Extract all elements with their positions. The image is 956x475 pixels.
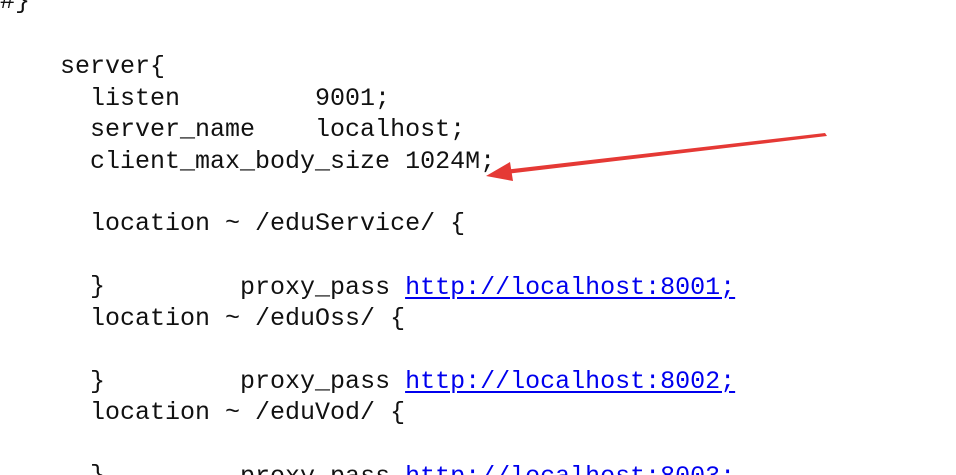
proxy-pass-link-8002[interactable]: http://localhost:8002; [405,367,735,396]
code-line-location-eduoss: location ~ /eduOss/ { [0,304,406,333]
code-line-proxy-pass-8003: proxy_pass http://localhost:8003; [0,429,735,475]
proxy-pass-keyword: proxy_pass [60,273,406,302]
code-line-brace-close: #} [0,0,31,16]
code-line-location-close: } [0,272,106,301]
code-line-server-name: server_name localhost; [0,115,466,144]
proxy-pass-link-8001[interactable]: http://localhost:8001; [405,273,735,302]
code-line-location-close: } [0,367,106,396]
code-line-client-max-body-size: client_max_body_size 1024M; [0,147,496,176]
arrow-shaft [504,133,827,174]
proxy-pass-keyword: proxy_pass [60,462,405,475]
proxy-pass-link-8003[interactable]: http://localhost:8003; [405,462,735,475]
config-document: #} server{ listen 9001; server_name loca… [0,0,956,475]
code-line-proxy-pass-8001: proxy_pass http://localhost:8001; [0,240,735,302]
code-line-listen: listen 9001; [0,84,391,113]
code-line-proxy-pass-8002: proxy_pass http://localhost:8002; [0,334,735,396]
code-line-location-eduservice: location ~ /eduService/ { [0,209,466,238]
code-line-server-open: server{ [0,52,166,81]
proxy-pass-keyword: proxy_pass [60,367,406,396]
code-line-location-eduvod: location ~ /eduVod/ { [0,398,406,427]
code-line-location-close: } [0,460,105,475]
